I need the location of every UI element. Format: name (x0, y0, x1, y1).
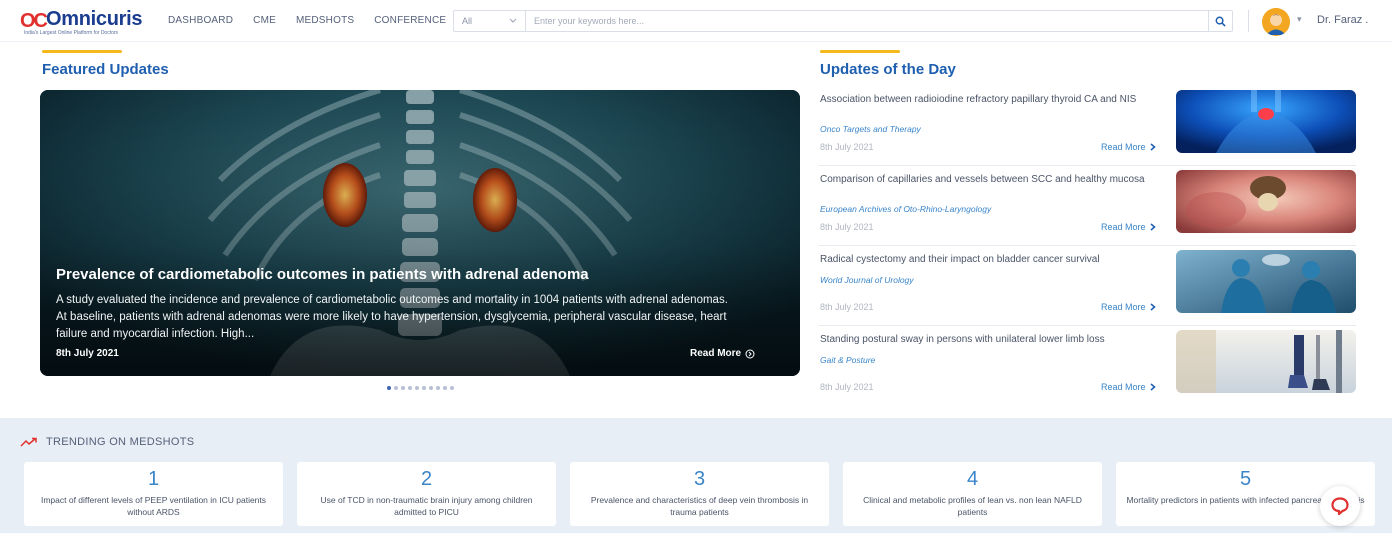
omnicuris-logo[interactable]: OC Omnicuris India's Largest Online Plat… (20, 8, 155, 36)
search-input[interactable] (526, 11, 1208, 31)
main-nav: DASHBOARD CME MEDSHOTS CONFERENCE (168, 15, 446, 26)
trending-card[interactable]: 1 Impact of different levels of PEEP ven… (24, 462, 283, 526)
top-header: OC Omnicuris India's Largest Online Plat… (0, 0, 1392, 42)
chat-bubble-icon (1331, 497, 1349, 516)
carousel-dot[interactable] (401, 386, 405, 390)
update-title[interactable]: Comparison of capillaries and vessels be… (820, 171, 1165, 188)
update-date: 8th July 2021 (820, 142, 874, 152)
trending-rank: 2 (420, 468, 433, 490)
trending-title: Clinical and metabolic profiles of lean … (863, 495, 1082, 517)
featured-date: 8th July 2021 (56, 348, 119, 359)
search-bar: All (453, 10, 1233, 32)
featured-card[interactable]: Prevalence of cardiometabolic outcomes i… (40, 90, 800, 376)
surgery-image (1176, 250, 1356, 313)
update-date: 8th July 2021 (820, 382, 874, 392)
carousel-dot[interactable] (436, 386, 440, 390)
featured-read-more-link[interactable]: Read More (690, 348, 755, 359)
update-read-more-link[interactable]: Read More (1101, 382, 1156, 392)
mucosa-image (1176, 170, 1356, 233)
trending-cards: 1 Impact of different levels of PEEP ven… (24, 462, 1375, 526)
nav-cme[interactable]: CME (253, 15, 276, 26)
arrow-circle-icon (745, 349, 755, 358)
update-title[interactable]: Radical cystectomy and their impact on b… (820, 251, 1165, 268)
update-read-more-link[interactable]: Read More (1101, 302, 1156, 312)
carousel-dot[interactable] (415, 386, 419, 390)
trending-rank: 3 (693, 468, 706, 490)
carousel-dot[interactable] (443, 386, 447, 390)
trending-card[interactable]: 2 Use of TCD in non-traumatic brain inju… (297, 462, 556, 526)
search-button[interactable] (1208, 11, 1232, 31)
user-avatar-icon (1262, 8, 1290, 36)
header-divider (1248, 10, 1249, 32)
prosthetic-limb-image (1176, 330, 1356, 393)
trending-section: TRENDING ON MEDSHOTS 1 Impact of differe… (0, 418, 1392, 533)
chevron-right-icon (1150, 223, 1156, 231)
trending-up-icon (20, 437, 37, 447)
trending-header: TRENDING ON MEDSHOTS (20, 436, 194, 448)
update-date: 8th July 2021 (820, 222, 874, 232)
list-item[interactable]: Standing postural sway in persons with u… (819, 328, 1356, 406)
trending-title: Use of TCD in non-traumatic brain injury… (320, 495, 533, 517)
logo-tagline: India's Largest Online Platform for Doct… (24, 30, 119, 36)
chat-button[interactable] (1320, 486, 1360, 526)
read-more-label: Read More (1101, 222, 1146, 232)
featured-title[interactable]: Prevalence of cardiometabolic outcomes i… (56, 266, 589, 283)
carousel-dot[interactable] (450, 386, 454, 390)
read-more-label: Read More (1101, 142, 1146, 152)
thyroid-image (1176, 90, 1356, 153)
update-read-more-link[interactable]: Read More (1101, 142, 1156, 152)
nav-conference[interactable]: CONFERENCE (374, 15, 446, 26)
trending-title: Impact of different levels of PEEP venti… (40, 495, 267, 517)
carousel-dot[interactable] (394, 386, 398, 390)
trending-rank: 1 (147, 468, 160, 490)
logo-name: Omnicuris (46, 8, 143, 30)
carousel-dots (387, 386, 454, 390)
update-journal: Gait & Posture (820, 355, 876, 365)
featured-description: A study evaluated the incidence and prev… (56, 294, 728, 340)
update-read-more-link[interactable]: Read More (1101, 222, 1156, 232)
update-journal: Onco Targets and Therapy (820, 124, 921, 134)
read-more-label: Read More (1101, 302, 1146, 312)
list-item[interactable]: Comparison of capillaries and vessels be… (819, 168, 1356, 246)
trending-rank: 4 (966, 468, 979, 490)
chevron-right-icon (1150, 143, 1156, 151)
updates-heading-accent (820, 50, 900, 53)
read-more-label: Read More (1101, 382, 1146, 392)
chevron-right-icon (1150, 303, 1156, 311)
list-item[interactable]: Association between radioiodine refracto… (819, 88, 1356, 166)
carousel-dot[interactable] (408, 386, 412, 390)
carousel-dot[interactable] (387, 386, 391, 390)
featured-heading-accent (42, 50, 122, 53)
trending-heading: TRENDING ON MEDSHOTS (46, 436, 195, 448)
search-category-select[interactable]: All (454, 11, 526, 31)
update-title[interactable]: Association between radioiodine refracto… (820, 91, 1165, 108)
trending-card[interactable]: 4 Clinical and metabolic profiles of lea… (843, 462, 1102, 526)
nav-medshots[interactable]: MEDSHOTS (296, 15, 354, 26)
carousel-dot[interactable] (429, 386, 433, 390)
trending-card[interactable]: 3 Prevalence and characteristics of deep… (570, 462, 829, 526)
user-name[interactable]: Dr. Faraz . (1317, 14, 1368, 26)
avatar[interactable] (1262, 8, 1290, 36)
updates-heading: Updates of the Day (820, 61, 956, 78)
list-item[interactable]: Radical cystectomy and their impact on b… (819, 248, 1356, 326)
carousel-dot[interactable] (422, 386, 426, 390)
update-journal: European Archives of Oto-Rhino-Laryngolo… (820, 204, 992, 214)
update-date: 8th July 2021 (820, 302, 874, 312)
trending-title: Prevalence and characteristics of deep v… (590, 495, 809, 517)
chevron-right-icon (1150, 383, 1156, 391)
search-category-value: All (462, 16, 473, 26)
search-icon (1215, 16, 1226, 27)
featured-heading: Featured Updates (42, 61, 169, 78)
user-menu-caret-icon[interactable]: ▾ (1297, 14, 1302, 25)
update-title[interactable]: Standing postural sway in persons with u… (820, 331, 1165, 348)
nav-dashboard[interactable]: DASHBOARD (168, 15, 233, 26)
update-journal: World Journal of Urology (820, 275, 914, 285)
featured-read-more-label: Read More (690, 348, 742, 359)
chevron-down-icon (509, 18, 517, 23)
